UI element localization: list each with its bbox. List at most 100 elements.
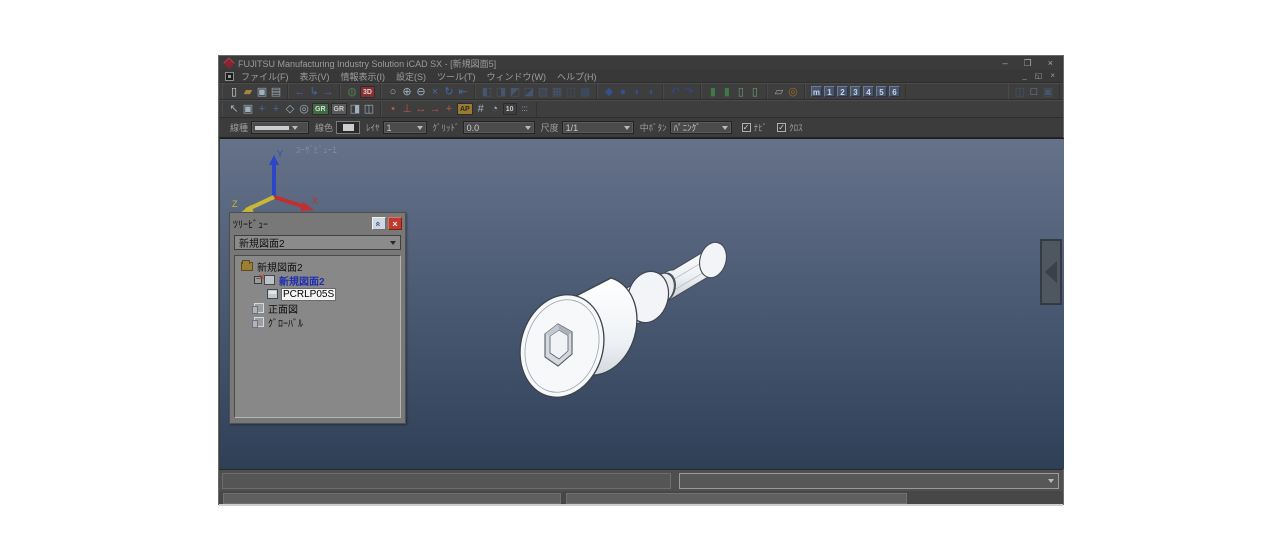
menu-settings[interactable]: 設定(S) xyxy=(396,72,426,82)
new-document-icon[interactable]: ▯ xyxy=(227,85,241,99)
view-cube-iso-icon[interactable]: ▦ xyxy=(550,85,564,99)
view-all-icon[interactable]: ◫ xyxy=(1013,85,1027,99)
shoulder-screw-model[interactable] xyxy=(505,227,735,412)
translate-icon[interactable]: + xyxy=(255,102,269,116)
view-cube-top-icon[interactable]: ▧ xyxy=(536,85,550,99)
world-view-icon[interactable]: ◍ xyxy=(345,85,359,99)
tree-node-global-view[interactable]: ｸﾞﾛｰﾊﾞﾙ xyxy=(237,315,398,329)
view-cube-front-icon[interactable]: ◧ xyxy=(480,85,494,99)
tree-node-assembly[interactable]: −新規図面2 xyxy=(237,273,398,287)
view-cube-right-icon[interactable]: ◪ xyxy=(522,85,536,99)
tree-collapse-button[interactable]: « xyxy=(372,217,386,230)
view-6-button[interactable]: 6 xyxy=(889,86,900,97)
sheet-settings-icon[interactable]: ▱ xyxy=(772,85,786,99)
menu-help[interactable]: ヘルプ(H) xyxy=(557,72,597,82)
menu-view[interactable]: 表示(V) xyxy=(300,72,330,82)
menu-info-display[interactable]: 情報表示(I) xyxy=(341,72,386,82)
mdi-restore-button[interactable]: ◱ xyxy=(1035,70,1043,82)
box-in-icon[interactable]: ◨ xyxy=(348,102,362,116)
copy-translate-icon[interactable]: + xyxy=(269,102,283,116)
grid-off-icon[interactable]: GR xyxy=(331,103,348,115)
grid-combobox[interactable]: 0.0 xyxy=(463,121,535,134)
box-split-icon[interactable]: ◫ xyxy=(362,102,376,116)
command-combobox[interactable] xyxy=(679,473,1059,489)
ap-coordinate-icon[interactable]: AP xyxy=(457,103,473,115)
point-icon[interactable]: • xyxy=(386,102,400,116)
mdi-minimize-button[interactable]: _ xyxy=(1022,70,1026,82)
arc-divide-icon[interactable]: ◔ xyxy=(488,102,502,116)
tree-node-label[interactable]: 新規図面2 xyxy=(278,273,326,288)
solid-primitive-1-icon[interactable]: ◆ xyxy=(602,85,616,99)
cross-point-icon[interactable]: + xyxy=(442,102,456,116)
cylinder-solid-1-icon[interactable]: ▮ xyxy=(706,85,720,99)
drawing-selector-combobox[interactable]: 新規図面2 xyxy=(234,235,401,250)
minimize-button[interactable]: – xyxy=(1003,56,1008,70)
view-cube-left-icon[interactable]: ◩ xyxy=(508,85,522,99)
render-view-icon[interactable]: ▩ xyxy=(578,85,592,99)
scale-combobox[interactable]: 1/1 xyxy=(562,121,634,134)
view-cube-back-icon[interactable]: ◨ xyxy=(494,85,508,99)
tree-node-label[interactable]: ｸﾞﾛｰﾊﾞﾙ xyxy=(267,315,304,330)
view-window-icon[interactable]: □ xyxy=(1027,85,1041,99)
cylinder-solid-2-icon[interactable]: ▮ xyxy=(720,85,734,99)
cross-checkbox[interactable]: ✓ xyxy=(777,123,786,132)
open-folder-icon[interactable]: ▰ xyxy=(241,85,255,99)
view-4-button[interactable]: 4 xyxy=(863,86,874,97)
menu-file[interactable]: ファイル(F) xyxy=(241,72,289,82)
view-2-button[interactable]: 2 xyxy=(837,86,848,97)
linecolor-swatch[interactable] xyxy=(336,121,360,134)
zoom-icon[interactable]: ○ xyxy=(386,85,400,99)
cylinder-hollow-1-icon[interactable]: ▯ xyxy=(734,85,748,99)
viewport-3d[interactable]: ﾕｰｻﾞﾋﾞｭｰ1 Y X Z xyxy=(220,138,1064,469)
snap-settings-icon[interactable]: ◎ xyxy=(297,102,311,116)
panel-expand-tab[interactable] xyxy=(1040,239,1062,305)
tree-panel-header[interactable]: ﾂﾘｰﾋﾞｭｰ « × xyxy=(230,213,405,234)
mdi-close-button[interactable]: × xyxy=(1050,70,1055,82)
tree-node-front-view[interactable]: 正面図 xyxy=(237,301,398,315)
tree-close-button[interactable]: × xyxy=(388,217,402,230)
point-divide-icon[interactable]: ↔ xyxy=(414,102,428,116)
model-space-button[interactable]: m xyxy=(811,86,822,97)
point-direction-icon[interactable]: → xyxy=(428,102,442,116)
solid-primitive-3-icon[interactable]: ◗ xyxy=(630,85,644,99)
grid-on-icon[interactable]: GR xyxy=(312,103,329,115)
print-icon[interactable]: ▤ xyxy=(269,85,283,99)
solid-primitive-4-icon[interactable]: ◖ xyxy=(644,85,658,99)
tree-node-label[interactable]: 正面図 xyxy=(267,301,299,316)
matrix-points-icon[interactable]: ::: xyxy=(518,102,532,116)
zoom-in-icon[interactable]: ⊕ xyxy=(400,85,414,99)
parts-ring-icon[interactable]: ◎ xyxy=(786,85,800,99)
save-icon[interactable]: ▣ xyxy=(255,85,269,99)
pick-filter-icon[interactable]: ↖ xyxy=(227,102,241,116)
go-back-icon[interactable]: ← xyxy=(293,85,307,99)
tree-node-part[interactable]: PCRLP05S xyxy=(237,287,398,301)
view-1-button[interactable]: 1 xyxy=(824,86,835,97)
tree-node-drawing-root[interactable]: 新規図面2 xyxy=(237,259,398,273)
layer-combobox[interactable]: 1 xyxy=(383,121,427,134)
view-part-icon[interactable]: ▣ xyxy=(1041,85,1055,99)
view-3-button[interactable]: 3 xyxy=(850,86,861,97)
pan-view-icon[interactable]: ⇤ xyxy=(456,85,470,99)
maximize-button[interactable]: ❐ xyxy=(1024,56,1032,70)
undo-icon[interactable]: ↶ xyxy=(668,85,682,99)
cylinder-hollow-2-icon[interactable]: ▯ xyxy=(748,85,762,99)
middle-button-combobox[interactable]: ﾊﾟﾆﾝｸﾞ xyxy=(670,121,732,134)
nav-checkbox[interactable]: ✓ xyxy=(742,123,751,132)
to-3d-icon[interactable]: 3D xyxy=(360,86,375,98)
go-forward-icon[interactable]: → xyxy=(321,85,335,99)
pitch-grid-icon[interactable]: # xyxy=(474,102,488,116)
erase-view-icon[interactable]: ◫ xyxy=(564,85,578,99)
linetype-combobox[interactable] xyxy=(251,121,309,134)
rotate-view-icon[interactable]: ↻ xyxy=(442,85,456,99)
menu-window[interactable]: ウィンドウ(W) xyxy=(487,72,547,82)
zoom-out-icon[interactable]: ⊖ xyxy=(414,85,428,99)
view-5-button[interactable]: 5 xyxy=(876,86,887,97)
solid-primitive-2-icon[interactable]: ● xyxy=(616,85,630,99)
polygon-icon[interactable]: ◇ xyxy=(283,102,297,116)
tree-node-label[interactable]: PCRLP05S xyxy=(281,288,336,301)
select-box-icon[interactable]: ▣ xyxy=(241,102,255,116)
point-on-element-icon[interactable]: ⊥ xyxy=(400,102,414,116)
menu-tools[interactable]: ツール(T) xyxy=(437,72,476,82)
redo-icon[interactable]: ↷ xyxy=(682,85,696,99)
zoom-cancel-icon[interactable]: × xyxy=(428,85,442,99)
